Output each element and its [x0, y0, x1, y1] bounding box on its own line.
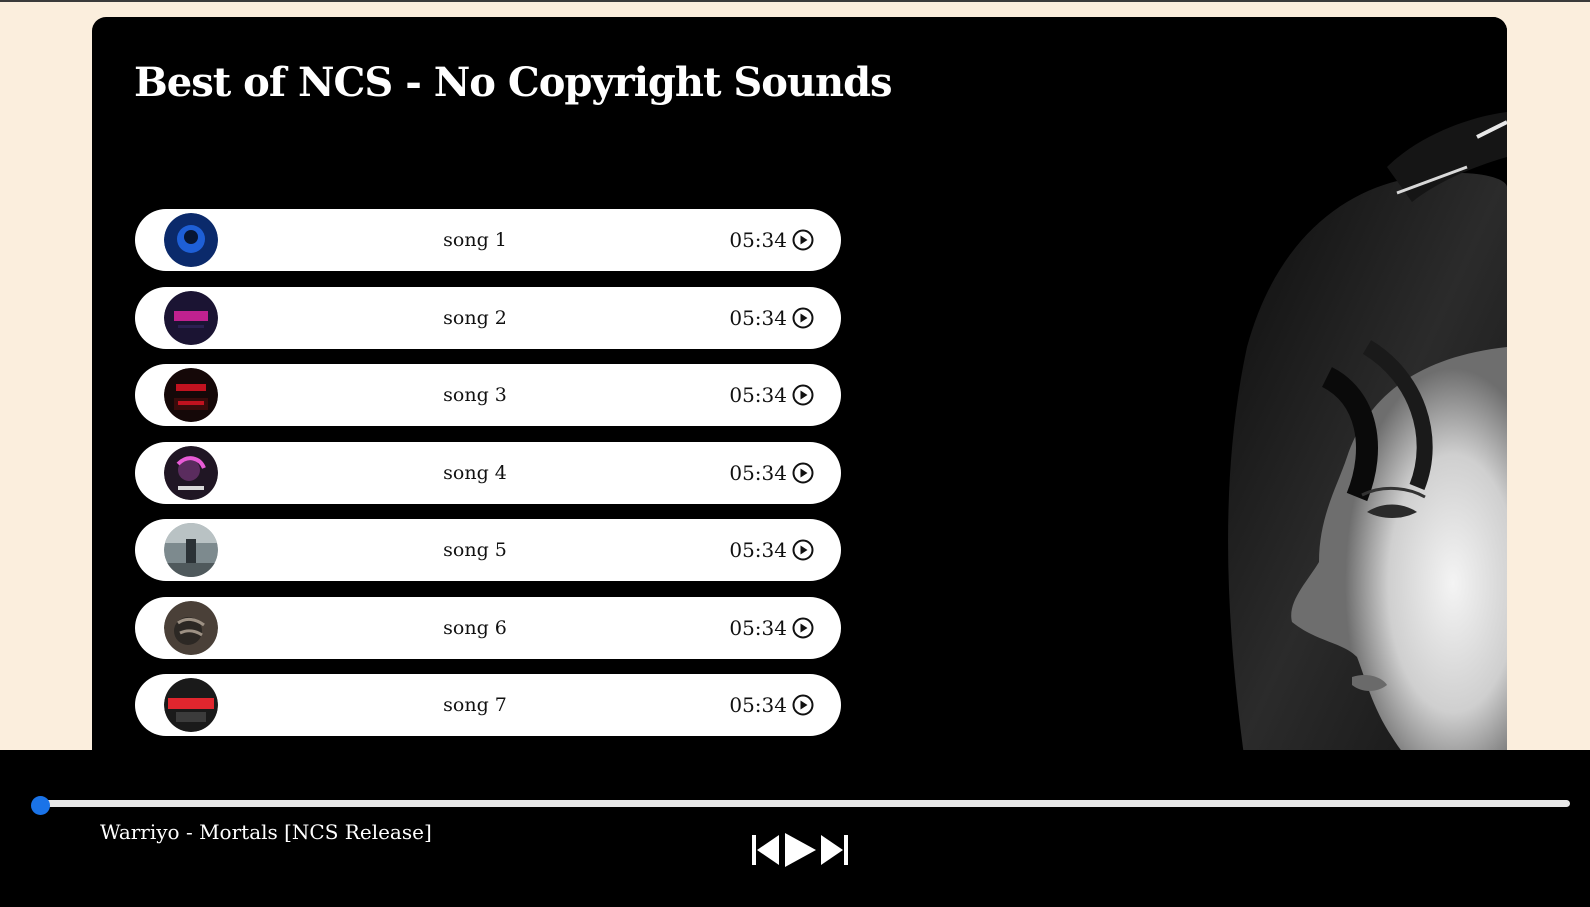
- album-cover: [164, 445, 218, 500]
- playlist-title: Best of NCS - No Copyright Sounds: [134, 59, 893, 106]
- song-item[interactable]: song 5 05:34: [135, 519, 841, 581]
- playlist-container: Best of NCS - No Copyright Sounds song 1…: [92, 17, 1507, 777]
- player-controls: [752, 832, 848, 868]
- progress-thumb[interactable]: [31, 796, 50, 815]
- song-item[interactable]: song 3 05:34: [135, 364, 841, 426]
- album-cover: [164, 600, 218, 655]
- album-cover: [164, 368, 218, 422]
- player-bar: Warriyo - Mortals [NCS Release]: [0, 750, 1590, 907]
- skip-previous-icon[interactable]: [752, 833, 780, 867]
- album-cover: [164, 678, 218, 732]
- song-duration: 05:34: [729, 538, 787, 562]
- song-name: song 3: [443, 384, 507, 406]
- skip-next-icon[interactable]: [820, 833, 848, 867]
- album-cover: [164, 213, 218, 267]
- song-item[interactable]: song 6 05:34: [135, 596, 841, 659]
- now-playing-title: Warriyo - Mortals [NCS Release]: [100, 820, 432, 844]
- song-duration: 05:34: [729, 228, 787, 252]
- top-border: [0, 0, 1590, 2]
- progress-track[interactable]: [40, 800, 1570, 807]
- hero-artist-image: [947, 17, 1507, 777]
- song-name: song 4: [443, 461, 507, 484]
- song-item[interactable]: song 2 05:34: [135, 286, 841, 349]
- song-item[interactable]: song 4 05:34: [135, 441, 841, 504]
- circle-play-icon[interactable]: [792, 229, 814, 251]
- circle-play-icon[interactable]: [792, 539, 814, 561]
- album-cover: [164, 523, 218, 577]
- song-name: song 1: [443, 229, 507, 251]
- song-name: song 2: [443, 306, 507, 329]
- song-name: song 6: [443, 616, 507, 639]
- song-duration: 05:34: [729, 615, 787, 640]
- circle-play-icon[interactable]: [792, 462, 814, 484]
- song-item[interactable]: song 1 05:34: [135, 209, 841, 271]
- progress-bar[interactable]: [31, 796, 1570, 815]
- song-duration: 05:34: [729, 693, 787, 717]
- song-duration: 05:34: [729, 305, 787, 330]
- song-item[interactable]: song 7 05:34: [135, 674, 841, 736]
- album-cover: [164, 290, 218, 345]
- circle-play-icon[interactable]: [792, 307, 814, 329]
- circle-play-icon[interactable]: [792, 617, 814, 639]
- song-name: song 5: [443, 539, 507, 561]
- song-name: song 7: [443, 694, 507, 716]
- song-list: song 1 05:34 song 2 05:34 song 3 05:34 s…: [135, 209, 841, 752]
- circle-play-icon[interactable]: [792, 694, 814, 716]
- song-duration: 05:34: [729, 383, 787, 407]
- song-duration: 05:34: [729, 460, 787, 485]
- circle-play-icon[interactable]: [792, 384, 814, 406]
- play-icon[interactable]: [782, 832, 818, 868]
